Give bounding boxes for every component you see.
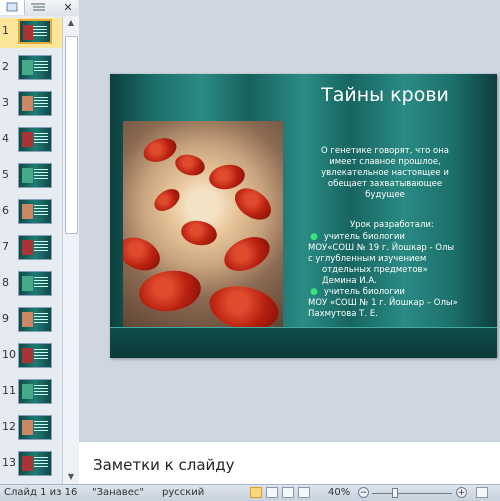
credit1-role[interactable]: ● учитель биологии xyxy=(310,232,405,243)
slides-tab-icon xyxy=(6,2,18,12)
slide-thumbnail[interactable]: 6 xyxy=(0,198,62,228)
zoom-slider[interactable] xyxy=(372,493,452,494)
bullet-icon: ● xyxy=(310,232,318,242)
credit1-line[interactable]: Демина И.А. xyxy=(322,276,377,287)
scroll-up-icon[interactable]: ▲ xyxy=(63,16,79,30)
slide-editor: Тайны крови О генетике говорят, что она … xyxy=(79,0,500,440)
slide-thumbnail[interactable]: 11 xyxy=(0,378,62,408)
slide-thumbnail[interactable]: 5 xyxy=(0,162,62,192)
slide-footer-band xyxy=(110,327,497,358)
slide-thumbnail-number: 11 xyxy=(2,384,16,397)
quote-line: имеет славное прошлое, xyxy=(329,157,441,167)
slide-thumbnail-number: 5 xyxy=(2,168,9,181)
slide-thumbnail-image[interactable] xyxy=(18,271,52,296)
zoom-in-icon[interactable]: + xyxy=(456,487,467,498)
quote-line: О генетике говорят, что она xyxy=(321,146,449,156)
slide-thumbnail-number: 1 xyxy=(2,24,9,37)
theme-name[interactable]: "Занавес" xyxy=(92,487,144,498)
slideshow-view-icon[interactable] xyxy=(298,487,310,498)
credit2-role-text: учитель биологии xyxy=(323,287,405,297)
slide-thumbnail-image[interactable] xyxy=(18,19,52,44)
slide-thumbnail[interactable]: 3 xyxy=(0,90,62,120)
slide-quote[interactable]: О генетике говорят, что она имеет славно… xyxy=(310,146,460,201)
slide-title[interactable]: Тайны крови xyxy=(305,84,465,106)
slide-thumbnail-image[interactable] xyxy=(18,199,52,224)
slide-thumbnail-image[interactable] xyxy=(18,379,52,404)
slide-thumbnail[interactable]: 12 xyxy=(0,414,62,444)
reading-view-icon[interactable] xyxy=(282,487,294,498)
current-slide[interactable]: Тайны крови О генетике говорят, что она … xyxy=(110,74,497,358)
quote-line: будущее xyxy=(365,190,405,200)
slide-thumbnail-number: 8 xyxy=(2,276,9,289)
language[interactable]: русский xyxy=(162,487,204,498)
close-panel-icon[interactable]: ✕ xyxy=(60,0,76,15)
slide-thumbnail-number: 6 xyxy=(2,204,9,217)
slide-thumbnail[interactable]: 1 xyxy=(0,18,62,48)
slide-thumbnail-number: 3 xyxy=(2,96,9,109)
slide-thumbnail-image[interactable] xyxy=(18,91,52,116)
notes-placeholder[interactable]: Заметки к слайду xyxy=(93,456,235,474)
slide-thumbnail[interactable]: 10 xyxy=(0,342,62,372)
slide-thumbnail[interactable]: 7 xyxy=(0,234,62,264)
slide-thumbnail[interactable]: 8 xyxy=(0,270,62,300)
slide-thumbnail-number: 10 xyxy=(2,348,16,361)
slide-thumbnail-image[interactable] xyxy=(18,343,52,368)
credits-heading[interactable]: Урок разработали: xyxy=(350,220,434,230)
quote-line: обещает захватывающее xyxy=(327,179,443,189)
slide-thumbnail[interactable]: 2 xyxy=(0,54,62,84)
slide-thumbnail-image[interactable] xyxy=(18,163,52,188)
credit2-role[interactable]: ● учитель биологии xyxy=(310,287,405,298)
zoom-slider-handle[interactable] xyxy=(392,488,398,498)
fit-to-window-icon[interactable] xyxy=(476,487,488,498)
credit1-line[interactable]: МОУ«СОШ № 19 г. Йошкар - Олы xyxy=(308,243,454,254)
slide-thumbnail-number: 13 xyxy=(2,456,16,469)
credit2-line[interactable]: Пахмутова Т. Е. xyxy=(308,309,378,320)
slides-tab[interactable] xyxy=(0,0,25,15)
bullet-icon: ● xyxy=(310,287,318,297)
slide-thumbnail[interactable]: 13 xyxy=(0,450,62,480)
credit1-line[interactable]: отдельных предметов» xyxy=(322,265,428,276)
normal-view-icon[interactable] xyxy=(250,487,262,498)
slide-thumbnail-image[interactable] xyxy=(18,307,52,332)
slide-thumbnail-image[interactable] xyxy=(18,451,52,476)
credit2-line[interactable]: МОУ «СОШ № 1 г. Йошкар – Олы» xyxy=(308,298,458,309)
outline-tab[interactable] xyxy=(26,0,50,15)
credit1-line[interactable]: с углубленным изучением xyxy=(308,254,426,265)
slide-thumbnail-number: 4 xyxy=(2,132,9,145)
quote-line: увлекательное настоящее и xyxy=(321,168,449,178)
slide-thumbnail[interactable]: 9 xyxy=(0,306,62,336)
panel-tabs: ✕ xyxy=(0,0,78,17)
slide-thumbnail[interactable]: 4 xyxy=(0,126,62,156)
slide-thumbnail-number: 9 xyxy=(2,312,9,325)
blood-cells-image xyxy=(123,121,283,333)
slide-thumbnail-image[interactable] xyxy=(18,127,52,152)
slide-thumbnail-image[interactable] xyxy=(18,55,52,80)
slide-thumbnails: 1 2 3 4 5 6 7 8 9 10 11 12 13 xyxy=(0,16,62,484)
slide-thumbnail-image[interactable] xyxy=(18,415,52,440)
scroll-down-icon[interactable]: ▼ xyxy=(63,470,79,484)
outline-tab-icon xyxy=(31,3,45,11)
slide-counter: Слайд 1 из 16 xyxy=(4,487,78,498)
scroll-thumb[interactable] xyxy=(65,36,78,234)
slide-sorter-view-icon[interactable] xyxy=(266,487,278,498)
zoom-out-icon[interactable]: − xyxy=(358,487,369,498)
notes-pane[interactable]: Заметки к слайду xyxy=(79,440,500,486)
slide-thumbnail-number: 12 xyxy=(2,420,16,433)
slide-thumbnail-number: 2 xyxy=(2,60,9,73)
credit1-role-text: учитель биологии xyxy=(323,232,405,242)
status-bar: Слайд 1 из 16 "Занавес" русский 40% − + xyxy=(0,484,500,501)
thumbnails-scrollbar[interactable]: ▲ ▼ xyxy=(62,16,79,484)
slide-thumbnail-number: 7 xyxy=(2,240,9,253)
zoom-level[interactable]: 40% xyxy=(328,487,350,498)
slide-thumbnail-image[interactable] xyxy=(18,235,52,260)
